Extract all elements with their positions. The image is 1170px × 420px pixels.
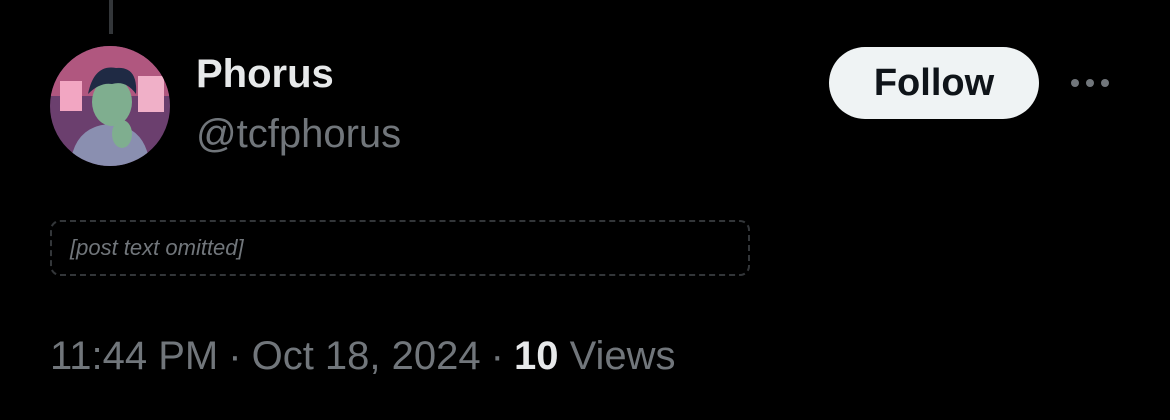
more-horizontal-icon: [1071, 79, 1109, 87]
separator: ·: [228, 334, 242, 378]
post-time[interactable]: 11:44 PM: [50, 334, 218, 378]
post-body: [post text omitted]: [50, 220, 750, 276]
views-label: Views: [569, 334, 676, 378]
views-count: 10: [513, 334, 559, 378]
post-text-placeholder: [post text omitted]: [70, 235, 244, 260]
author-display-name[interactable]: Phorus: [196, 52, 334, 97]
post-metadata: 11:44 PM · Oct 18, 2024 · 10 Views: [50, 334, 676, 379]
thread-connector-line: [109, 0, 113, 34]
avatar[interactable]: [50, 46, 170, 166]
separator: ·: [490, 334, 504, 378]
follow-button[interactable]: Follow: [829, 47, 1039, 119]
more-options-button[interactable]: [1064, 66, 1116, 100]
author-handle[interactable]: @tcfphorus: [196, 112, 401, 157]
post-date[interactable]: Oct 18, 2024: [252, 334, 481, 378]
profile-avatar-icon: [50, 46, 170, 166]
